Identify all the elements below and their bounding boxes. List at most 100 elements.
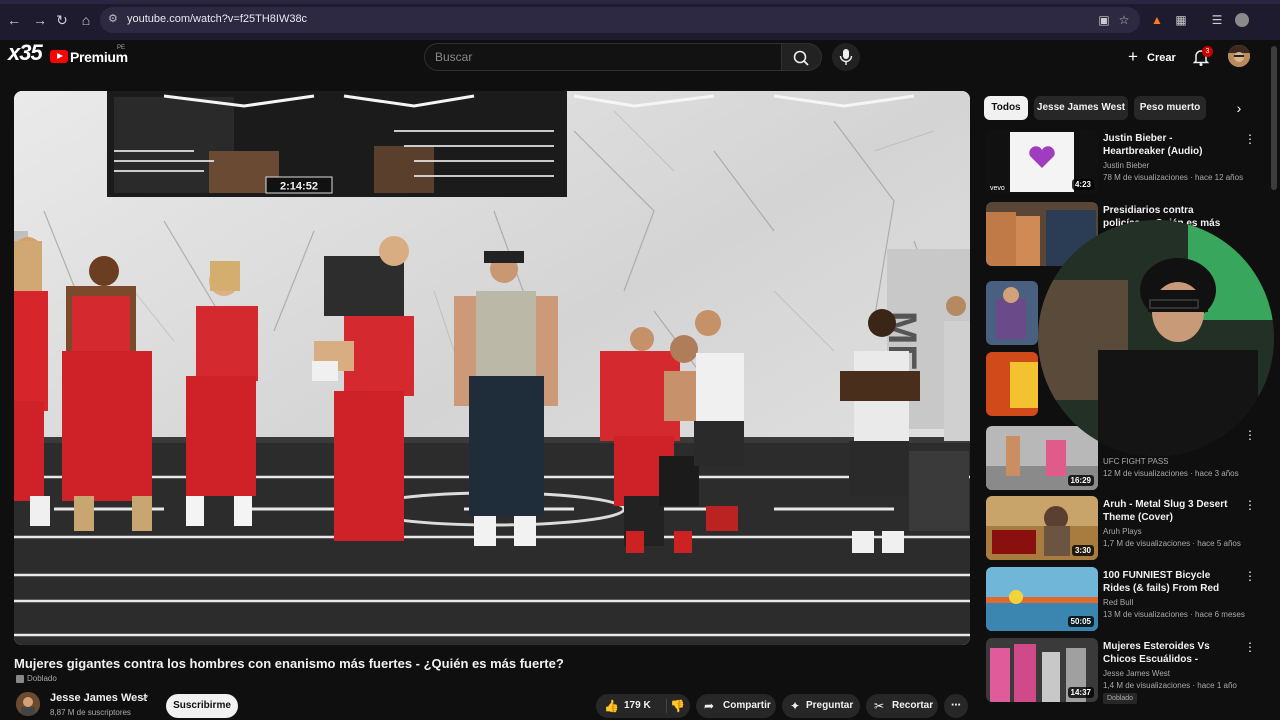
- brave-icon[interactable]: ▲: [1148, 11, 1166, 29]
- verified-icon: ✔: [142, 693, 150, 703]
- mic-icon: [839, 49, 853, 65]
- plus-icon: +: [1128, 47, 1138, 66]
- browser-toolbar: ← → ↻ ⌂ ⚙ youtube.com/watch?v=f25TH8IW38…: [0, 0, 1280, 40]
- forward-icon[interactable]: →: [30, 10, 50, 30]
- video-duration: 16:29: [1067, 475, 1094, 486]
- thumbs-up-icon[interactable]: 👍: [604, 694, 619, 718]
- more-vertical-icon[interactable]: ⋮: [1244, 569, 1256, 583]
- extensions-icon[interactable]: ▦: [1172, 11, 1190, 29]
- video-stats: 1,7 M de visualizaciones · hace 5 años: [1103, 539, 1241, 548]
- address-bar[interactable]: ⚙ youtube.com/watch?v=f25TH8IW38c: [100, 7, 1140, 33]
- more-vertical-icon[interactable]: ⋮: [1244, 132, 1256, 146]
- video-thumbnail[interactable]: 14:37: [986, 638, 1098, 702]
- account-avatar[interactable]: [1228, 45, 1250, 67]
- video-metadata: Mujeres gigantes contra los hombres con …: [14, 654, 970, 720]
- clip-button[interactable]: ✂ Recortar: [866, 694, 938, 718]
- recommended-video[interactable]: 3:30 Aruh - Metal Slug 3 Desert Theme (C…: [986, 496, 1266, 562]
- search-input[interactable]: [425, 44, 781, 70]
- create-label: Crear: [1147, 52, 1176, 64]
- region-code: PE: [117, 45, 126, 51]
- filter-chips: Todos Jesse James West Peso muerto: [984, 96, 1254, 120]
- subscriber-count: 8,87 M de suscriptores: [50, 708, 131, 717]
- video-thumbnail[interactable]: 50:05: [986, 567, 1098, 631]
- video-title[interactable]: 100 FUNNIEST Bicycle Rides (& fails) Fro…: [1103, 569, 1233, 595]
- chip-jesse-james-west[interactable]: Jesse James West: [1034, 96, 1128, 120]
- video-duration: 14:37: [1067, 687, 1094, 698]
- channel-avatar-image: [16, 692, 40, 716]
- clip-label: Recortar: [892, 700, 934, 711]
- recommended-video[interactable]: vevo 4:23 Justin Bieber - Heartbreaker (…: [986, 130, 1266, 196]
- dubbed-badge: Doblado: [1103, 693, 1138, 704]
- video-title[interactable]: Justin Bieber - Heartbreaker (Audio): [1103, 132, 1233, 158]
- more-actions-button[interactable]: ⋯: [944, 694, 968, 718]
- home-icon[interactable]: ⌂: [76, 10, 96, 30]
- video-stats: 1,4 M de visualizaciones · hace 1 año: [1103, 681, 1237, 690]
- video-title: Mujeres gigantes contra los hombres con …: [14, 656, 564, 671]
- overlay-logo: x35: [8, 40, 43, 65]
- page-scrollbar[interactable]: [1271, 46, 1277, 190]
- thumbnail-image: [986, 281, 1038, 345]
- media-control-icon[interactable]: ☰: [1208, 11, 1226, 29]
- back-icon[interactable]: ←: [4, 10, 24, 30]
- sparkle-icon: ✦: [790, 699, 801, 713]
- more-horizontal-icon: ⋯: [951, 700, 961, 711]
- notification-badge: 3: [1202, 46, 1213, 57]
- create-button[interactable]: + Crear: [1122, 44, 1178, 70]
- search-button[interactable]: [782, 43, 822, 71]
- share-icon: ➦: [704, 699, 715, 713]
- video-thumbnail[interactable]: vevo 4:23: [986, 130, 1098, 194]
- thumbs-down-icon[interactable]: 👎: [670, 694, 685, 718]
- video-duration: 50:05: [1067, 616, 1094, 627]
- video-thumbnail[interactable]: [986, 281, 1038, 345]
- search-icon: [793, 50, 809, 66]
- brand-text[interactable]: Premium: [70, 49, 128, 65]
- video-player[interactable]: 2:14:52 MEN: [14, 91, 970, 645]
- youtube-header: x35 Premium PE + Crear 3: [0, 40, 1280, 76]
- recommended-video[interactable]: 50:05 100 FUNNIEST Bicycle Rides (& fail…: [986, 567, 1266, 633]
- channel-name[interactable]: Justin Bieber: [1103, 161, 1149, 170]
- cast-icon[interactable]: ▣: [1095, 11, 1113, 29]
- search-box[interactable]: [424, 43, 782, 71]
- video-thumbnail[interactable]: 16:29: [986, 426, 1098, 490]
- channel-name[interactable]: Jesse James West: [1103, 669, 1170, 678]
- channel-name[interactable]: UFC FIGHT PASS: [1103, 457, 1169, 466]
- video-thumbnail[interactable]: [986, 352, 1038, 416]
- video-title[interactable]: Mujeres Esteroides Vs Chicos Escuálidos …: [1103, 640, 1233, 666]
- channel-avatar[interactable]: [16, 692, 40, 716]
- video-frame: 2:14:52 MEN: [14, 91, 970, 645]
- scissors-icon: ✂: [874, 699, 885, 713]
- thumbnail-image: [986, 352, 1038, 416]
- more-vertical-icon[interactable]: ⋮: [1244, 428, 1256, 442]
- share-label: Compartir: [723, 700, 771, 711]
- site-settings-icon[interactable]: ⚙: [108, 13, 120, 25]
- voice-search-button[interactable]: [832, 43, 860, 71]
- ask-button[interactable]: ✦ Preguntar: [782, 694, 860, 718]
- video-stats: 78 M de visualizaciones · hace 12 años: [1103, 173, 1244, 182]
- url-text[interactable]: youtube.com/watch?v=f25TH8IW38c: [127, 13, 307, 25]
- more-vertical-icon[interactable]: ⋮: [1244, 498, 1256, 512]
- like-count[interactable]: 179 K: [624, 694, 651, 718]
- video-duration: 4:23: [1071, 179, 1094, 190]
- recommended-video[interactable]: 14:37 Mujeres Esteroides Vs Chicos Escuá…: [986, 638, 1266, 710]
- video-title[interactable]: Aruh - Metal Slug 3 Desert Theme (Cover): [1103, 498, 1233, 524]
- subscribe-button[interactable]: Suscribirme: [166, 694, 238, 718]
- youtube-logo-icon[interactable]: [50, 50, 68, 63]
- channel-name[interactable]: Jesse James West: [50, 692, 147, 704]
- chip-peso-muerto[interactable]: Peso muerto: [1134, 96, 1206, 120]
- channel-name[interactable]: Red Bull: [1103, 598, 1133, 607]
- video-thumbnail[interactable]: 3:30: [986, 496, 1098, 560]
- more-vertical-icon[interactable]: ⋮: [1244, 640, 1256, 654]
- streamer-webcam: [1038, 220, 1274, 456]
- chip-all[interactable]: Todos: [984, 96, 1028, 120]
- bookmark-star-icon[interactable]: ☆: [1115, 11, 1133, 29]
- svg-text:vevo: vevo: [990, 185, 1005, 192]
- reload-icon[interactable]: ↻: [52, 10, 72, 30]
- share-button[interactable]: ➦ Compartir: [696, 694, 776, 718]
- browser-profile-icon[interactable]: [1235, 13, 1249, 27]
- chevron-right-icon[interactable]: ›: [1228, 96, 1250, 120]
- gym-clock: 2:14:52: [280, 181, 318, 193]
- channel-name[interactable]: Aruh Plays: [1103, 527, 1142, 536]
- like-dislike-group: 👍 179 K 👎: [596, 694, 690, 718]
- dubbed-indicator: Doblado: [16, 674, 57, 683]
- video-stats: 12 M de visualizaciones · hace 3 años: [1103, 469, 1239, 478]
